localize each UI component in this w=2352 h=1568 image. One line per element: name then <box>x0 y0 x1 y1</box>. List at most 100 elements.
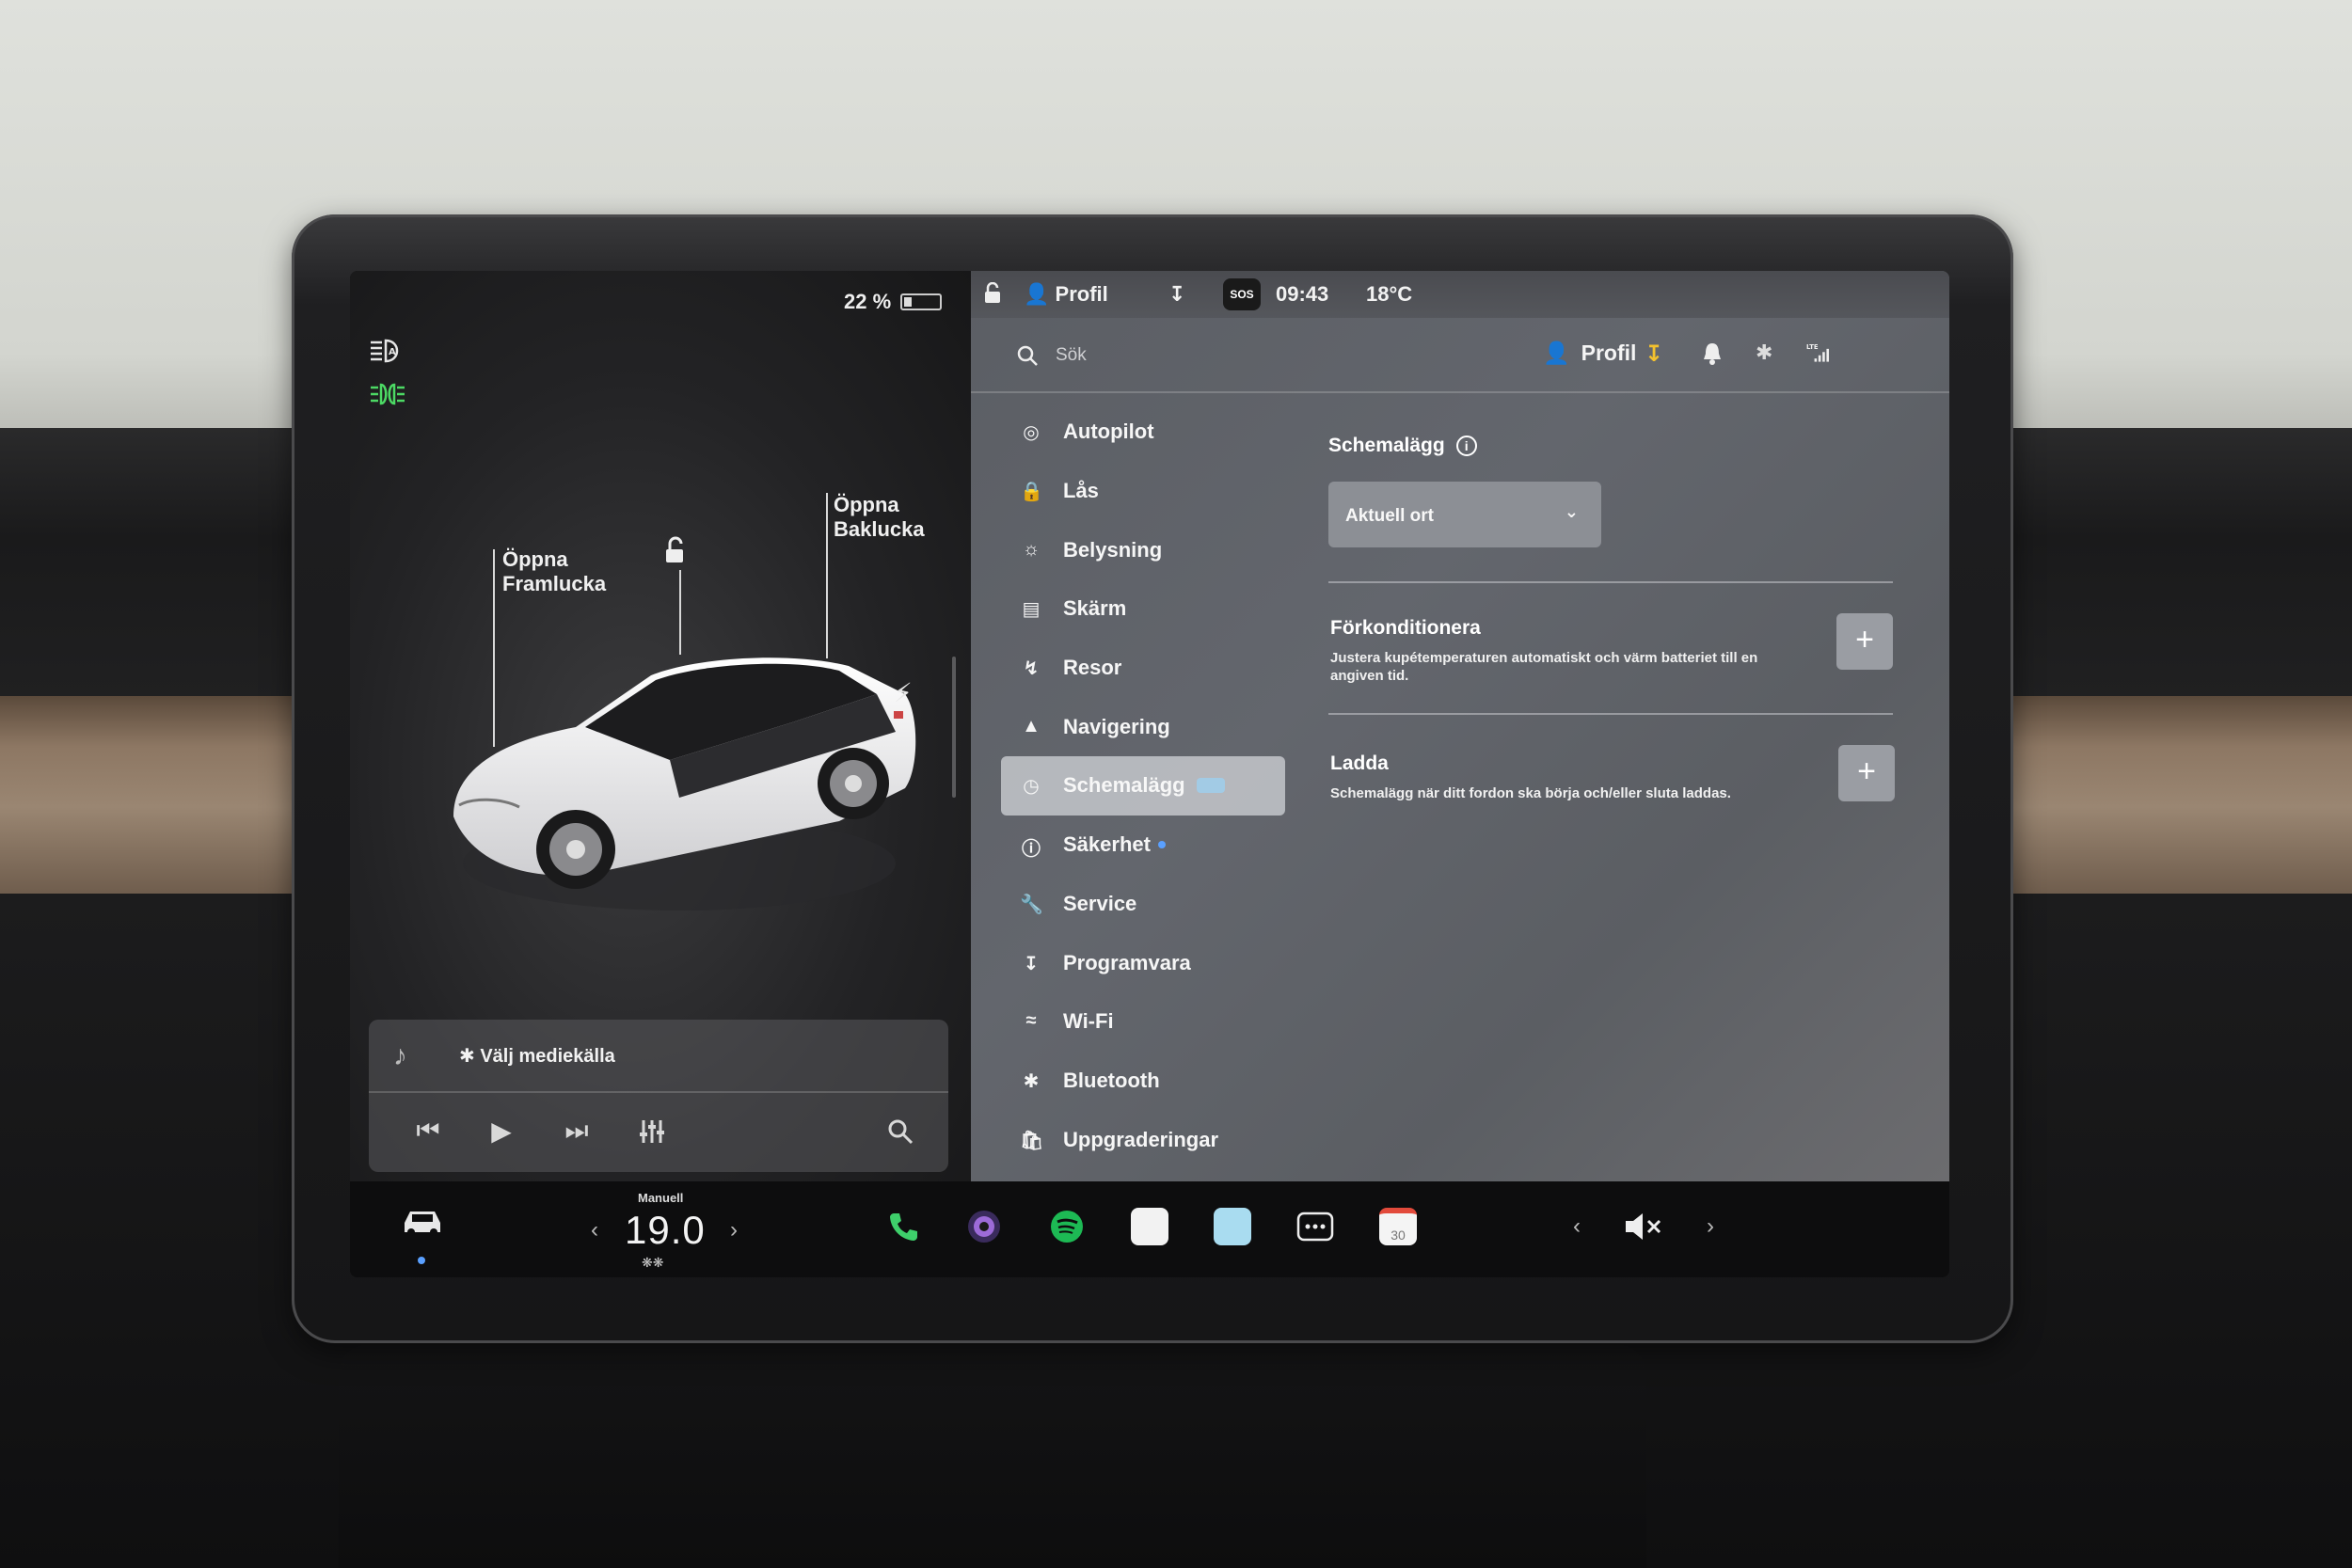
status-temperature: 18°C <box>1366 282 1413 306</box>
unlock-icon[interactable] <box>660 536 689 564</box>
charge-section: Ladda Schemalägg när ditt fordon ska bör… <box>1330 752 1895 802</box>
equalizer-icon[interactable] <box>638 1117 666 1146</box>
music-note-icon: ♪ <box>393 1040 407 1071</box>
media-search-icon[interactable] <box>886 1117 914 1146</box>
car-view-panel: 22 % A Öppna Framlucka Öppna Baklucka ⚡ … <box>350 271 971 1181</box>
shopping-bag-icon: 🛍 <box>1020 1130 1044 1151</box>
vehicle-image <box>453 657 916 911</box>
svg-text:LTE: LTE <box>1806 343 1819 351</box>
nav-item-label: Resor <box>1063 656 1122 680</box>
status-profile[interactable]: 👤 Profil <box>1024 282 1108 307</box>
nav-item-label: Programvara <box>1063 950 1191 974</box>
nav-item-autopilot[interactable]: ◎ Autopilot <box>1001 403 1283 462</box>
info-icon[interactable]: i <box>1455 436 1477 456</box>
previous-track-icon[interactable]: ⏮ <box>405 1116 452 1147</box>
software-download-icon[interactable]: ↧ <box>1645 341 1667 367</box>
lte-signal-icon: LTE <box>1806 343 1829 362</box>
toybox-icon[interactable] <box>1214 1208 1251 1245</box>
volume-down-icon[interactable]: ‹ <box>1573 1213 1581 1240</box>
nav-item-säkerhet[interactable]: ⓘ Säkerhet <box>1001 816 1283 875</box>
lock-status-icon[interactable] <box>982 282 1003 305</box>
download-icon[interactable]: ↧ <box>1168 282 1185 307</box>
nav-item-label: Lås <box>1063 479 1099 503</box>
open-frunk-label[interactable]: Öppna Framlucka <box>502 547 606 596</box>
steering-wheel-icon: ◎ <box>1023 422 1040 444</box>
car-icon[interactable] <box>399 1202 446 1240</box>
calendar-day: 30 <box>1391 1227 1406 1243</box>
notes-icon[interactable] <box>1131 1208 1168 1245</box>
nav-item-programvara[interactable]: ↧ Programvara <box>1001 933 1283 992</box>
divider <box>1328 713 1893 715</box>
nav-item-label: Schemalägg <box>1063 773 1185 798</box>
volume-up-icon[interactable]: › <box>1707 1213 1714 1240</box>
nav-item-bluetooth[interactable]: ✱ Bluetooth <box>1001 1052 1283 1111</box>
nav-item-lås[interactable]: 🔒 Lås <box>1001 462 1283 521</box>
battery-icon <box>900 293 943 310</box>
nav-item-label: Bluetooth <box>1063 1068 1160 1092</box>
precondition-title: Förkonditionera <box>1330 617 1481 639</box>
bell-icon[interactable] <box>1701 341 1724 367</box>
nav-item-schemalägg[interactable]: ◷ Schemalägg <box>1001 756 1285 816</box>
media-source-row[interactable]: ♪ ✱ Välj mediekälla <box>369 1020 948 1093</box>
status-bar: 👤 Profil ↧ SOS 09:43 18°C <box>971 271 1949 318</box>
fan-icon: ❋❋ <box>642 1255 664 1270</box>
nav-item-skärm[interactable]: ▤ Skärm <box>1001 579 1283 639</box>
add-precondition-button[interactable]: + <box>1836 613 1893 670</box>
nav-item-label: Autopilot <box>1063 420 1154 444</box>
calendar-icon[interactable]: 30 <box>1379 1208 1417 1245</box>
nav-item-label: Belysning <box>1063 537 1163 562</box>
active-indicator <box>418 1257 425 1264</box>
nav-item-belysning[interactable]: ☼ Belysning <box>1001 520 1283 579</box>
charge-port-icon[interactable]: ⚡ <box>894 677 913 708</box>
spotify-icon[interactable] <box>1048 1208 1086 1245</box>
clock-icon: ◷ <box>1023 776 1040 798</box>
new-badge <box>1196 778 1225 794</box>
auto-headlights-icon: A <box>371 339 399 363</box>
temp-decrease-icon[interactable]: ‹ <box>591 1217 598 1243</box>
settings-top-bar: 👤 Profil ↧ ✱ LTE <box>971 318 1949 393</box>
nav-item-label: Uppgraderingar <box>1063 1127 1219 1151</box>
navigation-icon: ▲ <box>1022 715 1041 736</box>
divider <box>1328 581 1893 583</box>
chevron-down-icon: ⌄ <box>1564 502 1579 521</box>
nav-item-resor[interactable]: ↯ Resor <box>1001 639 1283 698</box>
more-apps-icon[interactable] <box>1296 1208 1334 1245</box>
camera-icon[interactable] <box>965 1208 1003 1245</box>
search-icon[interactable] <box>1016 344 1039 367</box>
taskbar: ‹ Manuell 19.0 ❋❋ › 30 ‹ › <box>350 1181 1949 1277</box>
bluetooth-small-icon: ✱ <box>459 1046 481 1067</box>
search-input[interactable] <box>1056 341 1338 371</box>
nav-item-label: Service <box>1063 891 1137 915</box>
location-dropdown[interactable]: Aktuell ort ⌄ <box>1328 482 1601 547</box>
climate-mode-label: Manuell <box>638 1191 684 1205</box>
add-charge-schedule-button[interactable]: + <box>1838 745 1895 801</box>
bluetooth-icon[interactable]: ✱ <box>1756 341 1778 367</box>
nav-item-navigering[interactable]: ▲ Navigering <box>1001 697 1283 756</box>
nav-item-uppgraderingar[interactable]: 🛍 Uppgraderingar <box>1001 1110 1283 1169</box>
play-icon[interactable]: ▶ <box>478 1116 525 1147</box>
temp-increase-icon[interactable]: › <box>730 1217 738 1243</box>
next-track-icon[interactable]: ⏭ <box>553 1116 600 1147</box>
cabin-temperature[interactable]: 19.0 <box>625 1208 706 1253</box>
notification-dot <box>1157 841 1166 849</box>
schedule-heading: Schemalägg i <box>1328 435 1477 457</box>
nav-item-wi-fi[interactable]: ≈ Wi-Fi <box>1001 992 1283 1052</box>
sun-icon: ☼ <box>1022 538 1041 560</box>
trips-icon: ↯ <box>1023 658 1040 680</box>
sos-icon[interactable]: SOS <box>1223 278 1261 310</box>
settings-nav: ◎ Autopilot 🔒 Lås ☼ Belysning ▤ Skärm ↯ Resor ▲ Nav… <box>1001 403 1285 1169</box>
media-source-label: Välj mediekälla <box>480 1046 615 1067</box>
safety-icon: ⓘ <box>1022 839 1041 861</box>
nav-item-service[interactable]: 🔧 Service <box>1001 875 1283 934</box>
nav-item-label: Säkerhet <box>1063 832 1151 857</box>
profile-button[interactable]: 👤 Profil <box>1543 341 1636 366</box>
lock-icon: 🔒 <box>1020 482 1043 503</box>
open-trunk-label[interactable]: Öppna Baklucka <box>834 493 925 542</box>
parking-lights-icon <box>371 383 405 405</box>
phone-icon[interactable] <box>884 1208 922 1245</box>
display-icon: ▤ <box>1022 599 1041 621</box>
precondition-description: Justera kupétemperaturen automatiskt och… <box>1330 650 1758 684</box>
person-icon: 👤 <box>1024 282 1056 306</box>
volume-muted-icon[interactable] <box>1622 1210 1665 1243</box>
panel-resize-handle[interactable] <box>952 657 956 798</box>
